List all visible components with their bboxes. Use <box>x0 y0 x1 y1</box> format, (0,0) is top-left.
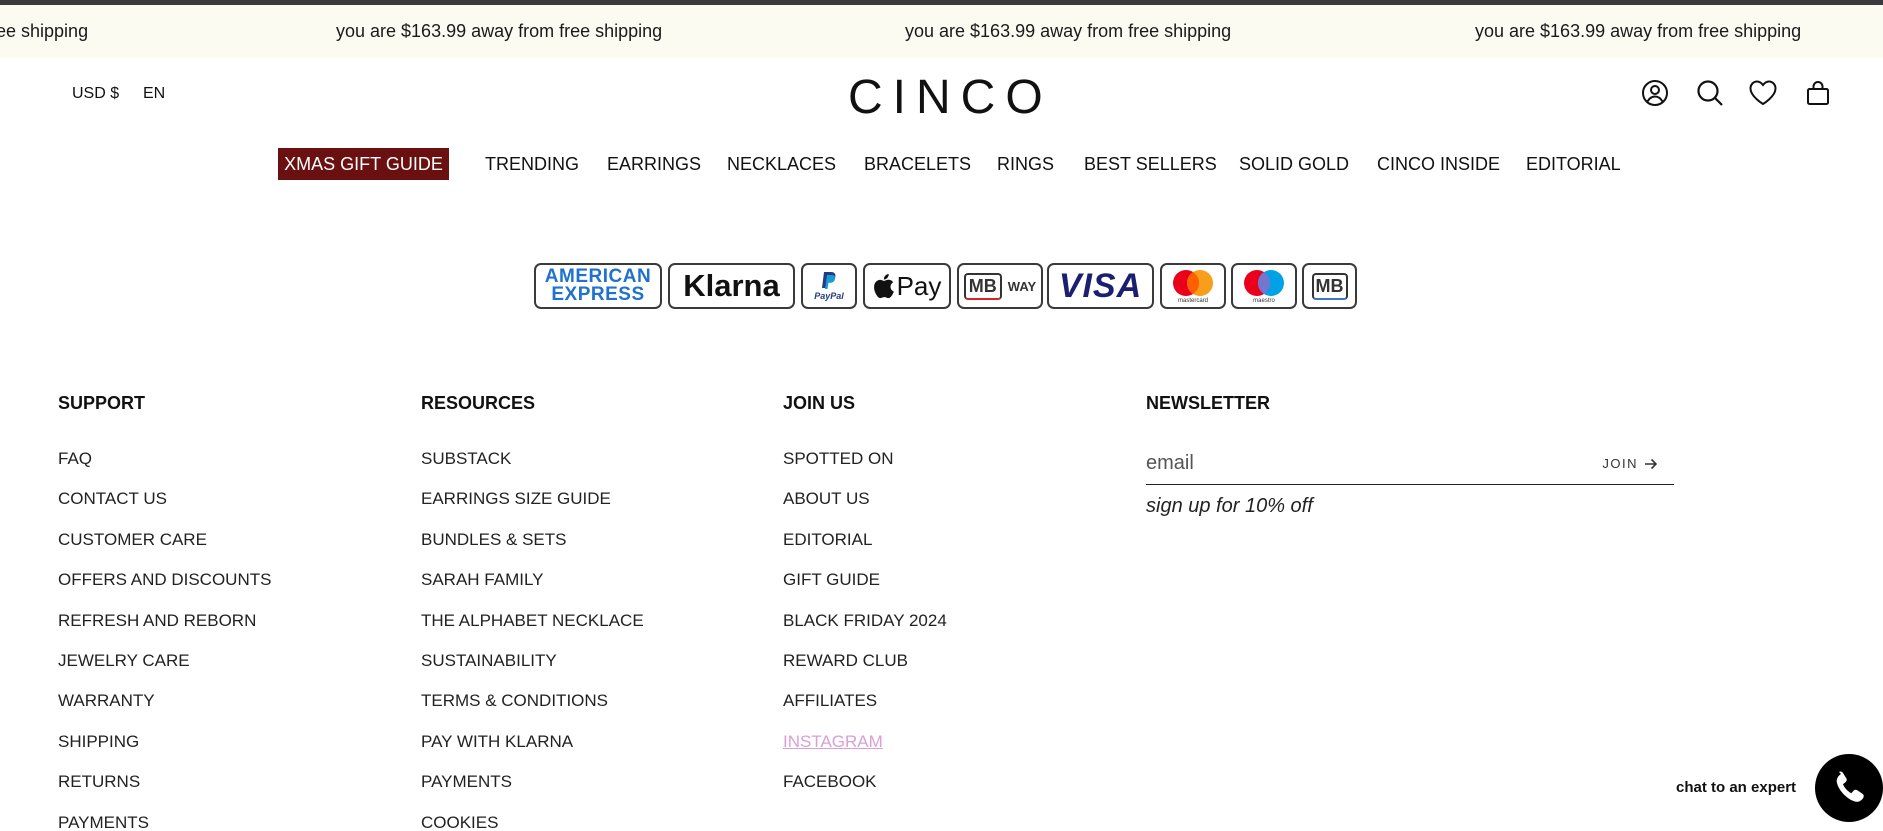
footer-link-about-us[interactable]: ABOUT US <box>783 489 870 509</box>
account-icon[interactable] <box>1640 78 1670 108</box>
footer-support-column: SUPPORT FAQ CONTACT US CUSTOMER CARE OFF… <box>58 393 271 831</box>
apple-logo-icon <box>873 274 894 299</box>
footer-link-payments[interactable]: PAYMENTS <box>421 772 512 792</box>
apple-pay-text: Pay <box>896 270 942 301</box>
chat-label[interactable]: chat to an expert <box>1676 779 1796 796</box>
footer-link-reward-club[interactable]: REWARD CLUB <box>783 651 908 671</box>
footer-heading-support: SUPPORT <box>58 393 146 413</box>
nav-item-necklaces[interactable]: NECKLACES <box>727 154 836 175</box>
nav-xmas-gift-guide[interactable]: XMAS GIFT GUIDE <box>278 148 449 180</box>
join-label: JOIN <box>1602 456 1638 471</box>
footer-link-sustainability[interactable]: SUSTAINABILITY <box>421 651 557 671</box>
nav-item-best-sellers[interactable]: BEST SELLERS <box>1084 154 1217 175</box>
nav-item-solid-gold[interactable]: SOLID GOLD <box>1239 154 1349 175</box>
main-navigation: XMAS GIFT GUIDE TRENDING EARRINGS NECKLA… <box>0 148 1883 182</box>
newsletter-form: JOIN <box>1146 445 1674 485</box>
footer-link-payments[interactable]: PAYMENTS <box>58 813 149 831</box>
footer-link-offers[interactable]: OFFERS AND DISCOUNTS <box>58 570 271 590</box>
maestro-icon: maestro <box>1231 263 1297 309</box>
site-logo[interactable]: CINCO <box>848 70 1044 125</box>
visa-icon: VISA <box>1047 263 1154 309</box>
mastercard-circles-icon <box>1173 270 1213 296</box>
footer-link-sarah-family[interactable]: SARAH FAMILY <box>421 570 544 590</box>
nav-item-trending[interactable]: TRENDING <box>485 154 579 175</box>
footer-link-terms[interactable]: TERMS & CONDITIONS <box>421 691 608 711</box>
footer-link-cookies[interactable]: COOKIES <box>421 813 498 831</box>
footer-link-warranty[interactable]: WARRANTY <box>58 691 155 711</box>
footer-link-pay-with-klarna[interactable]: PAY WITH KLARNA <box>421 732 573 752</box>
footer-link-refresh-reborn[interactable]: REFRESH AND REBORN <box>58 611 256 631</box>
paypal-icon: PayPal <box>801 263 857 309</box>
footer-heading-join-us: JOIN US <box>783 393 856 413</box>
nav-item-bracelets[interactable]: BRACELETS <box>864 154 971 175</box>
footer-link-customer-care[interactable]: CUSTOMER CARE <box>58 530 207 550</box>
site-header: USD $ EN CINCO <box>0 58 1883 132</box>
footer-link-substack[interactable]: SUBSTACK <box>421 449 511 469</box>
footer-link-jewelry-care[interactable]: JEWELRY CARE <box>58 651 190 671</box>
newsletter-subtext: sign up for 10% off <box>1146 495 1313 517</box>
footer-heading-resources: RESOURCES <box>421 393 536 413</box>
mbway-way-text: WAY <box>1007 278 1037 294</box>
footer-link-faq[interactable]: FAQ <box>58 449 92 469</box>
nav-item-earrings[interactable]: EARRINGS <box>607 154 701 175</box>
footer-link-editorial[interactable]: EDITORIAL <box>783 530 872 550</box>
maestro-circles-icon <box>1244 270 1284 296</box>
mastercard-icon: mastercard <box>1160 263 1226 309</box>
footer-link-gift-guide[interactable]: GIFT GUIDE <box>783 570 880 590</box>
announcement-message: you are $163.99 away from free shipping <box>336 21 663 41</box>
multibanco-icon: MB <box>1302 263 1357 309</box>
footer-link-shipping[interactable]: SHIPPING <box>58 732 139 752</box>
newsletter-email-input[interactable] <box>1146 445 1566 481</box>
announcement-message: you are $163.99 away from free shipping <box>905 21 1232 41</box>
apple-pay-icon: Pay <box>863 263 951 309</box>
search-icon[interactable] <box>1695 78 1725 108</box>
maestro-text: maestro <box>1253 298 1275 304</box>
nav-item-rings[interactable]: RINGS <box>997 154 1054 175</box>
paypal-p-icon <box>822 272 836 289</box>
whatsapp-chat-button[interactable] <box>1815 754 1883 822</box>
footer-link-instagram[interactable]: INSTAGRAM <box>783 732 883 752</box>
footer-link-alphabet-necklace[interactable]: THE ALPHABET NECKLACE <box>421 611 644 631</box>
phone-icon <box>1836 771 1864 802</box>
klarna-text: Klarna <box>683 268 780 303</box>
footer-newsletter-column: NEWSLETTER <box>1146 393 1270 417</box>
nav-item-editorial[interactable]: EDITORIAL <box>1526 154 1621 175</box>
footer-link-contact-us[interactable]: CONTACT US <box>58 489 167 509</box>
newsletter-join-button[interactable]: JOIN <box>1602 456 1658 471</box>
announcement-message: ee shipping <box>0 21 89 41</box>
footer-link-black-friday[interactable]: BLACK FRIDAY 2024 <box>783 611 947 631</box>
paypal-text: PayPal <box>814 291 844 301</box>
multibanco-text: MB <box>1311 272 1348 300</box>
footer-heading-newsletter: NEWSLETTER <box>1146 393 1270 413</box>
nav-item-cinco-inside[interactable]: CINCO INSIDE <box>1377 154 1500 175</box>
footer-link-spotted-on[interactable]: SPOTTED ON <box>783 449 894 469</box>
amex-text: EXPRESS <box>551 284 645 305</box>
footer-link-facebook[interactable]: FACEBOOK <box>783 772 877 792</box>
amex-icon: AMERICAN EXPRESS <box>534 263 662 309</box>
wishlist-heart-icon[interactable] <box>1748 78 1778 108</box>
footer-join-us-column: JOIN US SPOTTED ON ABOUT US EDITORIAL GI… <box>783 393 947 791</box>
mbway-icon: MB WAY <box>957 263 1043 309</box>
currency-selector[interactable]: USD $ <box>72 85 119 103</box>
announcement-message: you are $163.99 away from free shipping <box>1475 21 1802 41</box>
arrow-right-icon <box>1645 458 1658 469</box>
announcement-bar: ee shipping you are $163.99 away from fr… <box>0 5 1883 58</box>
footer-link-returns[interactable]: RETURNS <box>58 772 140 792</box>
mastercard-text: mastercard <box>1177 298 1208 304</box>
footer-link-affiliates[interactable]: AFFILIATES <box>783 691 877 711</box>
klarna-icon: Klarna <box>668 263 795 309</box>
cart-bag-icon[interactable] <box>1803 78 1833 108</box>
visa-text: VISA <box>1058 266 1143 305</box>
footer-link-bundles-sets[interactable]: BUNDLES & SETS <box>421 530 567 550</box>
mbway-mb-text: MB <box>963 272 1002 300</box>
language-selector[interactable]: EN <box>143 85 165 103</box>
footer-link-earrings-size-guide[interactable]: EARRINGS SIZE GUIDE <box>421 489 611 509</box>
footer-resources-column: RESOURCES SUBSTACK EARRINGS SIZE GUIDE B… <box>421 393 644 831</box>
payment-methods: AMERICAN EXPRESS Klarna PayPal Pay MB WA… <box>534 263 1357 309</box>
